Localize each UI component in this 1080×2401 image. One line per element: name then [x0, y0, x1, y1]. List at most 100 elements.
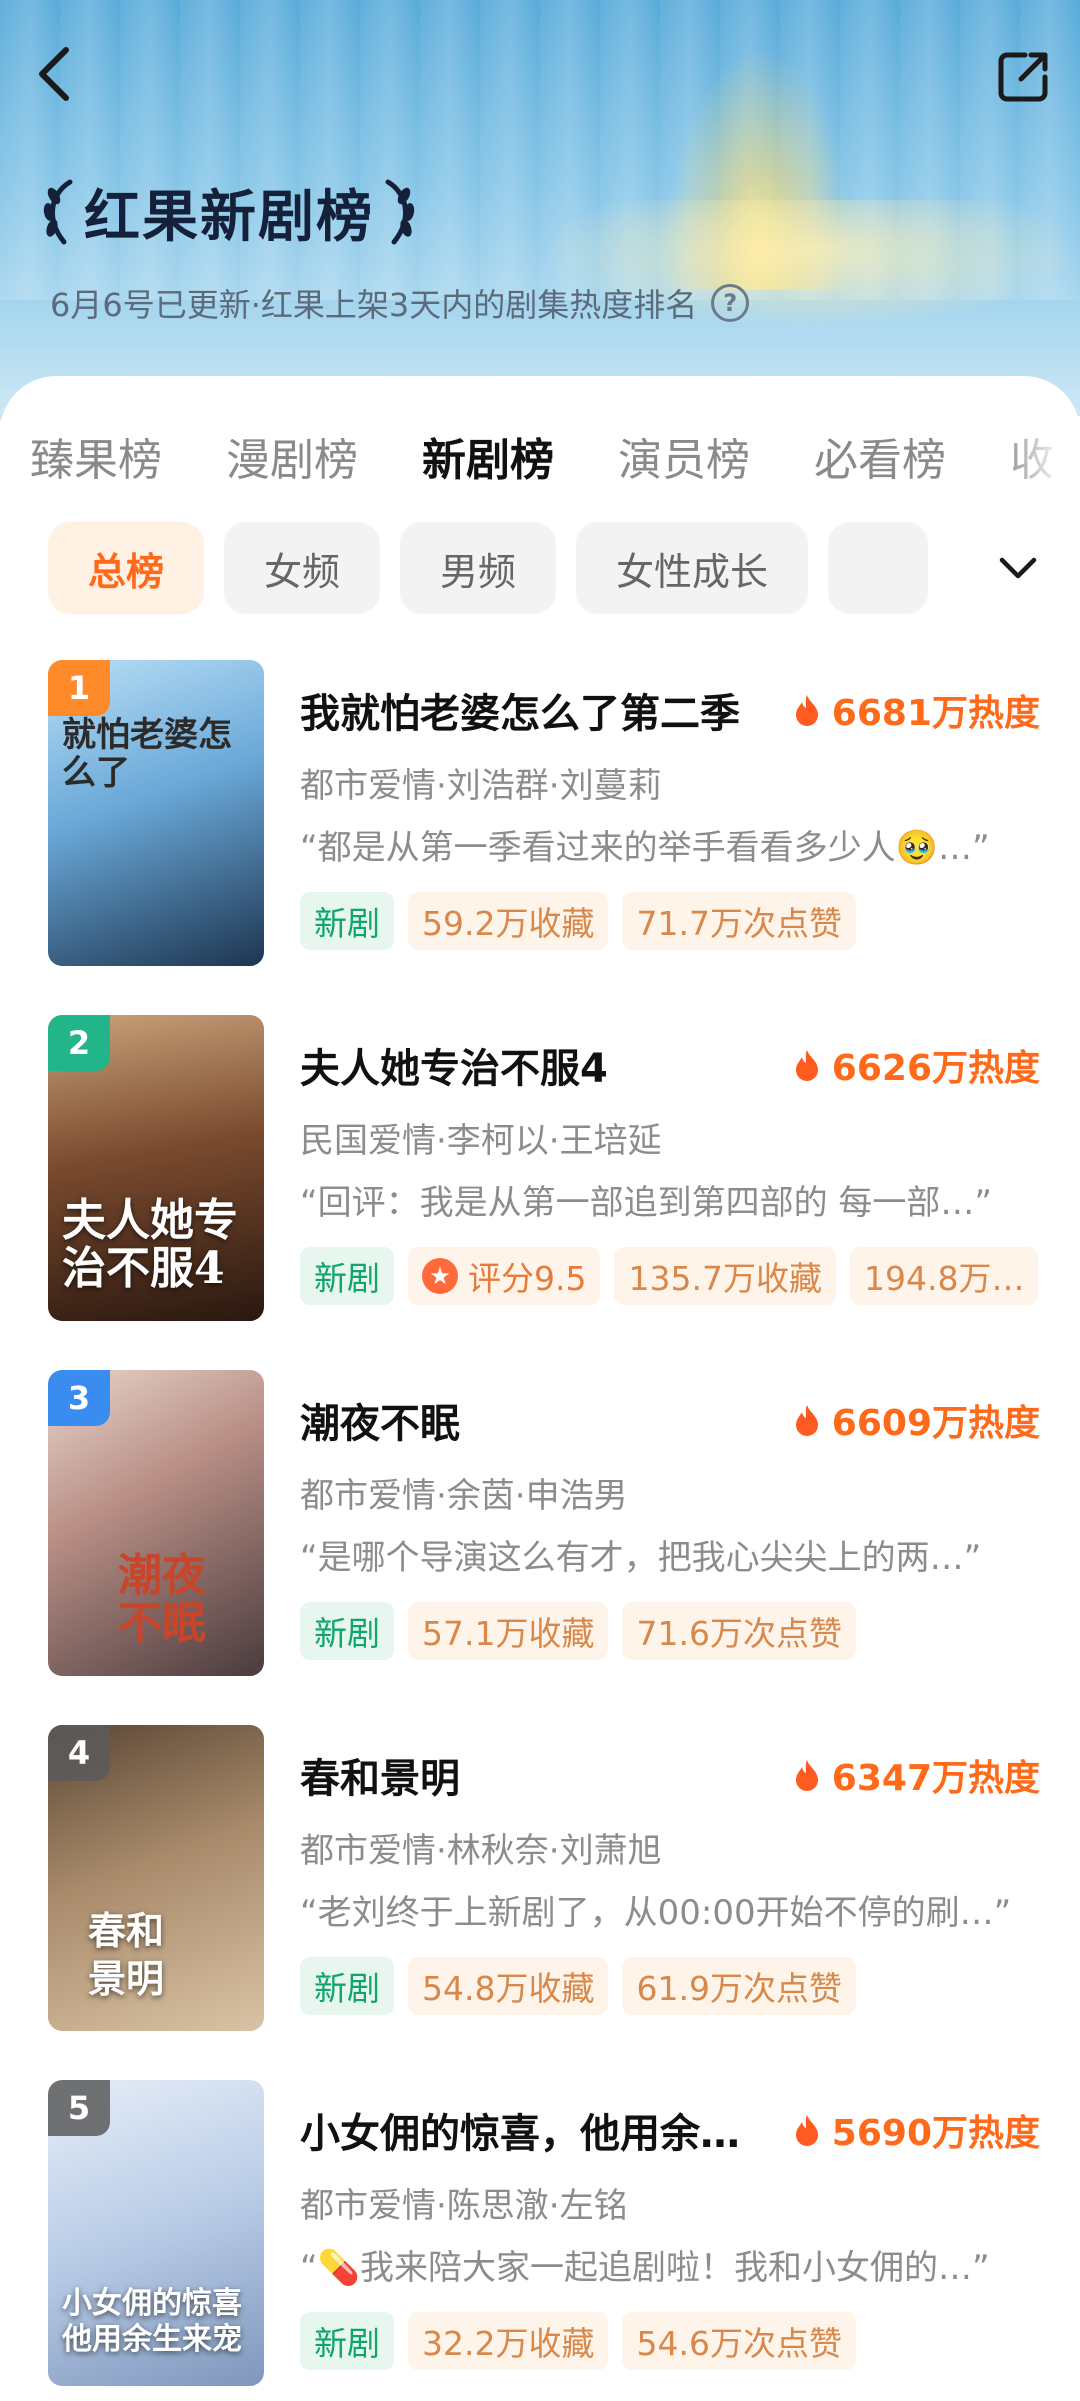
favorites-badge: 57.1万收藏 [408, 1602, 609, 1660]
drama-list: 1 就怕老婆怎么了 我就怕老婆怎么了第二季 6681万热度 都市爱情·刘浩群·刘… [0, 660, 1080, 2401]
top-comment: “💊我来陪大家一起追剧啦！我和小女佣的…” [300, 2248, 990, 2288]
heat-value: 6347万热度 [831, 1758, 1040, 1799]
item-info: 小女佣的惊喜，他用余… 5690万热度 都市爱情·陈思澈·左铭 “💊我来陪大家一… [300, 2080, 1040, 2370]
rating-badge: ★ 评分9.5 [408, 1247, 601, 1305]
tab-xinju[interactable]: 新剧榜 [422, 424, 554, 488]
filter-chip-all[interactable]: 总榜 [48, 522, 205, 614]
poster-title-art: 潮夜不眠 [118, 1550, 206, 1649]
rank-badge: 3 [48, 1370, 110, 1426]
back-arrow-icon [39, 47, 69, 101]
heat-value: 6681万热度 [831, 693, 1040, 734]
tab-manju[interactable]: 漫剧榜 [226, 424, 358, 488]
poster-title-art: 春和景明 [88, 1908, 165, 2001]
rank-badge: 1 [48, 660, 110, 716]
poster-title-art: 就怕老婆怎么了 [62, 715, 232, 793]
likes-badge: 71.7万次点赞 [622, 892, 856, 950]
filter-chip-male[interactable]: 男频 [400, 522, 557, 614]
share-icon [998, 52, 1048, 102]
drama-title: 夫人她专治不服4 [300, 1046, 608, 1092]
likes-badge: 194.8万… [849, 1247, 1039, 1305]
list-item[interactable]: 3 潮夜不眠 潮夜不眠 6609万热度 都市爱情·余茵·申浩男 “是哪个导演这么… [0, 1370, 1080, 1725]
poster-title-art: 小女佣的惊喜 他用余生来宠 [62, 2286, 242, 2357]
fire-icon [795, 1050, 818, 1081]
heat-value: 6609万热度 [831, 1403, 1040, 1444]
top-comment: “老刘终于上新剧了，从00:00开始不停的刷…” [300, 1893, 1012, 1933]
poster-image: 2 夫人她专治不服4 [48, 1015, 264, 1321]
subtitle-row: 6月6号已更新·红果上架3天内的剧集热度排名 ? [50, 280, 750, 326]
tab-bikan[interactable]: 必看榜 [814, 424, 946, 488]
drama-title: 潮夜不眠 [300, 1401, 460, 1447]
likes-badge: 61.9万次点赞 [622, 1957, 856, 2015]
new-badge: 新剧 [300, 892, 394, 950]
new-badge: 新剧 [300, 1247, 394, 1305]
top-comment: “都是从第一季看过来的举手看看多少人🥹…” [300, 828, 990, 868]
tabs-fade [1000, 416, 1080, 496]
poster-image: 1 就怕老婆怎么了 [48, 660, 264, 966]
tab-yanyuan[interactable]: 演员榜 [618, 424, 750, 488]
badge-row: 新剧 54.8万收藏 61.9万次点赞 [300, 1957, 1040, 2015]
poster-image: 5 小女佣的惊喜 他用余生来宠 [48, 2080, 264, 2386]
list-item[interactable]: 2 夫人她专治不服4 夫人她专治不服4 6626万热度 民国爱情·李柯以·王培延… [0, 1015, 1080, 1370]
heat-score: 5690万热度 [794, 2104, 1040, 2156]
tab-zhenguo[interactable]: 臻果榜 [30, 424, 162, 488]
list-item[interactable]: 1 就怕老婆怎么了 我就怕老婆怎么了第二季 6681万热度 都市爱情·刘浩群·刘… [0, 660, 1080, 1015]
list-item[interactable]: 5 小女佣的惊喜 他用余生来宠 小女佣的惊喜，他用余… 5690万热度 都市爱情… [0, 2080, 1080, 2401]
rank-badge: 5 [48, 2080, 110, 2136]
heat-value: 5690万热度 [831, 2113, 1040, 2154]
badge-row: 新剧 57.1万收藏 71.6万次点赞 [300, 1602, 1040, 1660]
favorites-badge: 135.7万收藏 [614, 1247, 836, 1305]
new-badge: 新剧 [300, 1957, 394, 2015]
list-item[interactable]: 4 春和景明 春和景明 6347万热度 都市爱情·林秋奈·刘萧旭 “老刘终于上新… [0, 1725, 1080, 2080]
top-comment: “是哪个导演这么有才，把我心尖尖上的两…” [300, 1538, 982, 1578]
favorites-badge: 59.2万收藏 [408, 892, 609, 950]
new-badge: 新剧 [300, 2312, 394, 2370]
fire-icon [795, 695, 818, 726]
rank-badge: 4 [48, 1725, 110, 1781]
badge-row: 新剧 ★ 评分9.5 135.7万收藏 194.8万… [300, 1247, 1040, 1305]
item-info: 春和景明 6347万热度 都市爱情·林秋奈·刘萧旭 “老刘终于上新剧了，从00:… [300, 1725, 1040, 2015]
poster-image: 4 春和景明 [48, 1725, 264, 2031]
drama-meta: 都市爱情·陈思澈·左铭 [300, 2186, 628, 2226]
share-button[interactable] [992, 44, 1056, 108]
filter-chip-female-growth[interactable]: 女性成长 [576, 522, 809, 614]
top-comment: “回评：我是从第一部追到第四部的 每一部…” [300, 1183, 993, 1223]
laurel-left-icon [43, 179, 73, 245]
item-info: 潮夜不眠 6609万热度 都市爱情·余茵·申浩男 “是哪个导演这么有才，把我心尖… [300, 1370, 1040, 1660]
expand-filters-button[interactable] [986, 536, 1050, 600]
heat-value: 6626万热度 [831, 1048, 1040, 1089]
badge-row: 新剧 32.2万收藏 54.6万次点赞 [300, 2312, 1040, 2370]
poster-title-art: 夫人她专治不服4 [62, 1195, 238, 1294]
back-button[interactable] [24, 44, 84, 104]
item-info: 夫人她专治不服4 6626万热度 民国爱情·李柯以·王培延 “回评：我是从第一部… [300, 1015, 1040, 1305]
new-badge: 新剧 [300, 1602, 394, 1660]
drama-meta: 都市爱情·刘浩群·刘蔓莉 [300, 766, 662, 806]
drama-meta: 都市爱情·林秋奈·刘萧旭 [300, 1831, 662, 1871]
title-row: 红果新剧榜 [40, 172, 418, 252]
likes-badge: 71.6万次点赞 [622, 1602, 856, 1660]
ranking-panel: 臻果榜 漫剧榜 新剧榜 演员榜 必看榜 收 总榜 女频 男频 女性成长 1 就怕… [0, 376, 1080, 2401]
page-title: 红果新剧榜 [84, 184, 374, 250]
filter-chip-more[interactable] [828, 522, 929, 614]
heat-score: 6681万热度 [794, 684, 1040, 736]
favorites-badge: 54.8万收藏 [408, 1957, 609, 2015]
item-info: 我就怕老婆怎么了第二季 6681万热度 都市爱情·刘浩群·刘蔓莉 “都是从第一季… [300, 660, 1040, 950]
likes-badge: 54.6万次点赞 [622, 2312, 856, 2370]
filter-chip-female[interactable]: 女频 [224, 522, 381, 614]
help-icon[interactable]: ? [711, 284, 750, 322]
page-subtitle: 6月6号已更新·红果上架3天内的剧集热度排名 [50, 286, 698, 324]
rating-value: 评分9.5 [468, 1259, 587, 1298]
rank-badge: 2 [48, 1015, 110, 1071]
fire-icon [795, 1405, 818, 1436]
drama-meta: 都市爱情·余茵·申浩男 [300, 1476, 628, 1516]
badge-row: 新剧 59.2万收藏 71.7万次点赞 [300, 892, 1040, 950]
fire-icon [795, 2115, 818, 2146]
heat-score: 6609万热度 [794, 1394, 1040, 1446]
star-icon: ★ [422, 1258, 458, 1294]
heat-score: 6347万热度 [794, 1749, 1040, 1801]
drama-meta: 民国爱情·李柯以·王培延 [300, 1121, 662, 1161]
filter-chips: 总榜 女频 男频 女性成长 [48, 522, 988, 614]
heat-score: 6626万热度 [794, 1039, 1040, 1091]
drama-title: 春和景明 [300, 1756, 460, 1802]
ranking-tabs: 臻果榜 漫剧榜 新剧榜 演员榜 必看榜 收 [0, 416, 1080, 496]
poster-image: 3 潮夜不眠 [48, 1370, 264, 1676]
